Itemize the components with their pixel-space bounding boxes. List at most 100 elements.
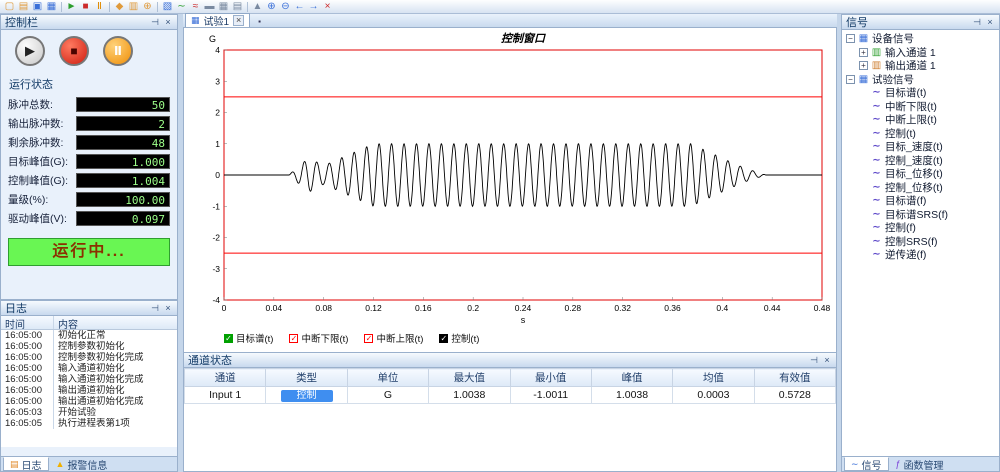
tree-item[interactable]: ∼控制(t) xyxy=(842,127,999,141)
tree-item[interactable]: ∼中断下限(t) xyxy=(842,100,999,114)
connect-device-icon[interactable]: ◆ xyxy=(113,1,126,13)
pin-icon[interactable]: ⊣ xyxy=(150,303,160,313)
channel-cell: Input 1 xyxy=(185,387,266,404)
channel-row[interactable]: Input 1控制G1.0038-1.00111.00380.00030.572… xyxy=(185,387,836,404)
log-row[interactable]: 16:05:00输出通道初始化完成 xyxy=(1,396,177,407)
run-control-buttons: ▶ ■ Ⅱ xyxy=(1,30,177,70)
tab-信号[interactable]: ∼信号 xyxy=(844,457,889,471)
zoom-in-icon[interactable]: ⊕ xyxy=(265,1,278,13)
y-tick-label: 3 xyxy=(215,76,220,86)
log-row[interactable]: 16:05:00输出通道初始化 xyxy=(1,385,177,396)
log-table-header: 时间 内容 xyxy=(1,316,177,330)
tree-item[interactable]: −▦试验信号 xyxy=(842,73,999,87)
log-row[interactable]: 16:05:03开始试验 xyxy=(1,407,177,418)
open-icon[interactable]: ▤ xyxy=(17,1,30,13)
close-icon[interactable]: × xyxy=(822,355,832,365)
redo-icon[interactable]: → xyxy=(307,1,320,13)
undo-icon[interactable]: ← xyxy=(293,1,306,13)
pause-button[interactable]: Ⅱ xyxy=(103,36,133,66)
legend-label: 控制(t) xyxy=(451,331,479,345)
start-test-icon[interactable]: ► xyxy=(65,1,78,13)
new-window-icon[interactable]: ▧ xyxy=(161,1,174,13)
tree-item[interactable]: ∼控制_速度(t) xyxy=(842,154,999,168)
tree-expander[interactable]: + xyxy=(859,61,868,70)
legend-item[interactable]: ✓中断上限(t) xyxy=(364,331,423,345)
legend-checkbox[interactable]: ✓ xyxy=(224,334,233,343)
tree-item[interactable]: ∼控制SRS(f) xyxy=(842,235,999,249)
status-fields: 脉冲总数:50输出脉冲数:2剩余脉冲数:48目标峰值(G):1.000控制峰值(… xyxy=(1,95,177,228)
pin-icon[interactable]: ⊣ xyxy=(150,17,160,27)
tab-报警信息[interactable]: ▲报警信息 xyxy=(49,457,115,471)
close-icon[interactable]: × xyxy=(163,17,173,27)
new-icon[interactable]: ▢ xyxy=(3,1,16,13)
tree-expander[interactable]: − xyxy=(846,34,855,43)
log-row[interactable]: 16:05:00控制参数初始化完成 xyxy=(1,352,177,363)
tree-expander[interactable]: − xyxy=(846,75,855,84)
cursor-icon[interactable]: ▲ xyxy=(251,1,264,13)
tree-item[interactable]: +▥输入通道 1 xyxy=(842,46,999,60)
legend-checkbox[interactable]: ✓ xyxy=(289,334,298,343)
channel-status-panel: 通道状态 ⊣ × 通道类型单位最大值最小值峰值均值有效值 Input 1控制G1… xyxy=(183,352,837,472)
tab-menu-icon[interactable]: ▪ xyxy=(254,16,265,27)
log-row-time: 16:05:00 xyxy=(1,341,54,352)
log-row[interactable]: 16:05:00输入通道初始化完成 xyxy=(1,374,177,385)
layout-split-icon[interactable]: ▦ xyxy=(217,1,230,13)
layout-single-icon[interactable]: ▬ xyxy=(203,1,216,13)
pin-icon[interactable]: ⊣ xyxy=(972,17,982,27)
channel-col-header: 有效值 xyxy=(754,369,835,387)
log-row[interactable]: 16:05:00初始化正常 xyxy=(1,330,177,341)
calibration-icon[interactable]: ⊕ xyxy=(141,1,154,13)
log-row[interactable]: 16:05:00输入通道初始化 xyxy=(1,363,177,374)
tree-item[interactable]: ∼目标谱(f) xyxy=(842,194,999,208)
pause-test-icon[interactable]: Ⅱ xyxy=(93,1,106,13)
device-manager-icon[interactable]: ▥ xyxy=(127,1,140,13)
channel-type-badge: 控制 xyxy=(281,390,333,402)
legend-checkbox[interactable]: ✓ xyxy=(364,334,373,343)
legend-item[interactable]: ✓控制(t) xyxy=(439,331,479,345)
tab-日志[interactable]: ▤日志 xyxy=(3,457,49,471)
legend-checkbox[interactable]: ✓ xyxy=(439,334,448,343)
signal-panel-titlebar: 信号 ⊣ × xyxy=(842,15,999,30)
tree-item[interactable]: ∼目标_速度(t) xyxy=(842,140,999,154)
save-icon[interactable]: ▣ xyxy=(31,1,44,13)
start-button[interactable]: ▶ xyxy=(15,36,45,66)
tree-item[interactable]: ∼控制_位移(t) xyxy=(842,181,999,195)
tree-item[interactable]: +▥输出通道 1 xyxy=(842,59,999,73)
tree-item[interactable]: ∼目标_位移(t) xyxy=(842,167,999,181)
legend-item[interactable]: ✓中断下限(t) xyxy=(289,331,348,345)
log-col-time: 时间 xyxy=(1,316,54,329)
close-icon[interactable]: × xyxy=(163,303,173,313)
spectrum-icon[interactable]: ≈ xyxy=(189,1,202,13)
tree-item[interactable]: −▦设备信号 xyxy=(842,32,999,46)
log-row-content: 控制参数初始化 xyxy=(54,341,129,352)
tree-item[interactable]: ∼目标谱SRS(f) xyxy=(842,208,999,222)
status-field-label: 目标峰值(G): xyxy=(8,154,76,169)
stop-button[interactable]: ■ xyxy=(59,36,89,66)
layout-grid-icon[interactable]: ▤ xyxy=(231,1,244,13)
status-field-value: 1.004 xyxy=(76,173,170,188)
tree-item[interactable]: ∼逆传递(f) xyxy=(842,248,999,262)
log-row[interactable]: 16:05:05执行进程表第1项 xyxy=(1,418,177,429)
tree-expander[interactable]: + xyxy=(859,48,868,57)
tab-close-icon[interactable]: × xyxy=(233,15,244,26)
chart-legend: ✓目标谱(t)✓中断下限(t)✓中断上限(t)✓控制(t) xyxy=(184,328,836,348)
status-field-row: 输出脉冲数:2 xyxy=(1,114,177,133)
save-all-icon[interactable]: ▦ xyxy=(45,1,58,13)
time-signal-icon[interactable]: ∼ xyxy=(175,1,188,13)
pin-icon[interactable]: ⊣ xyxy=(809,355,819,365)
log-row[interactable]: 16:05:00控制参数初始化 xyxy=(1,341,177,352)
close-icon[interactable]: × xyxy=(985,17,995,27)
tree-item[interactable]: ∼目标谱(t) xyxy=(842,86,999,100)
tab-函数管理[interactable]: ƒ函数管理 xyxy=(889,457,951,471)
zoom-out-icon[interactable]: ⊖ xyxy=(279,1,292,13)
application-window: ▢▤▣▦►■Ⅱ◆▥⊕▧∼≈▬▦▤▲⊕⊖←→× 控制栏 ⊣ × ▶■Ⅱ 运行状态 … xyxy=(0,0,1000,472)
document-tab[interactable]: ▦ 试验1 × xyxy=(185,13,250,27)
legend-item[interactable]: ✓目标谱(t) xyxy=(224,331,273,345)
tree-item[interactable]: ∼中断上限(t) xyxy=(842,113,999,127)
stop-test-icon[interactable]: ■ xyxy=(79,1,92,13)
log-row-time: 16:05:00 xyxy=(1,374,54,385)
exit-icon[interactable]: × xyxy=(321,1,334,13)
tree-item[interactable]: ∼控制(f) xyxy=(842,221,999,235)
chart-title: 控制窗口 xyxy=(501,32,546,45)
status-field-value: 1.000 xyxy=(76,154,170,169)
